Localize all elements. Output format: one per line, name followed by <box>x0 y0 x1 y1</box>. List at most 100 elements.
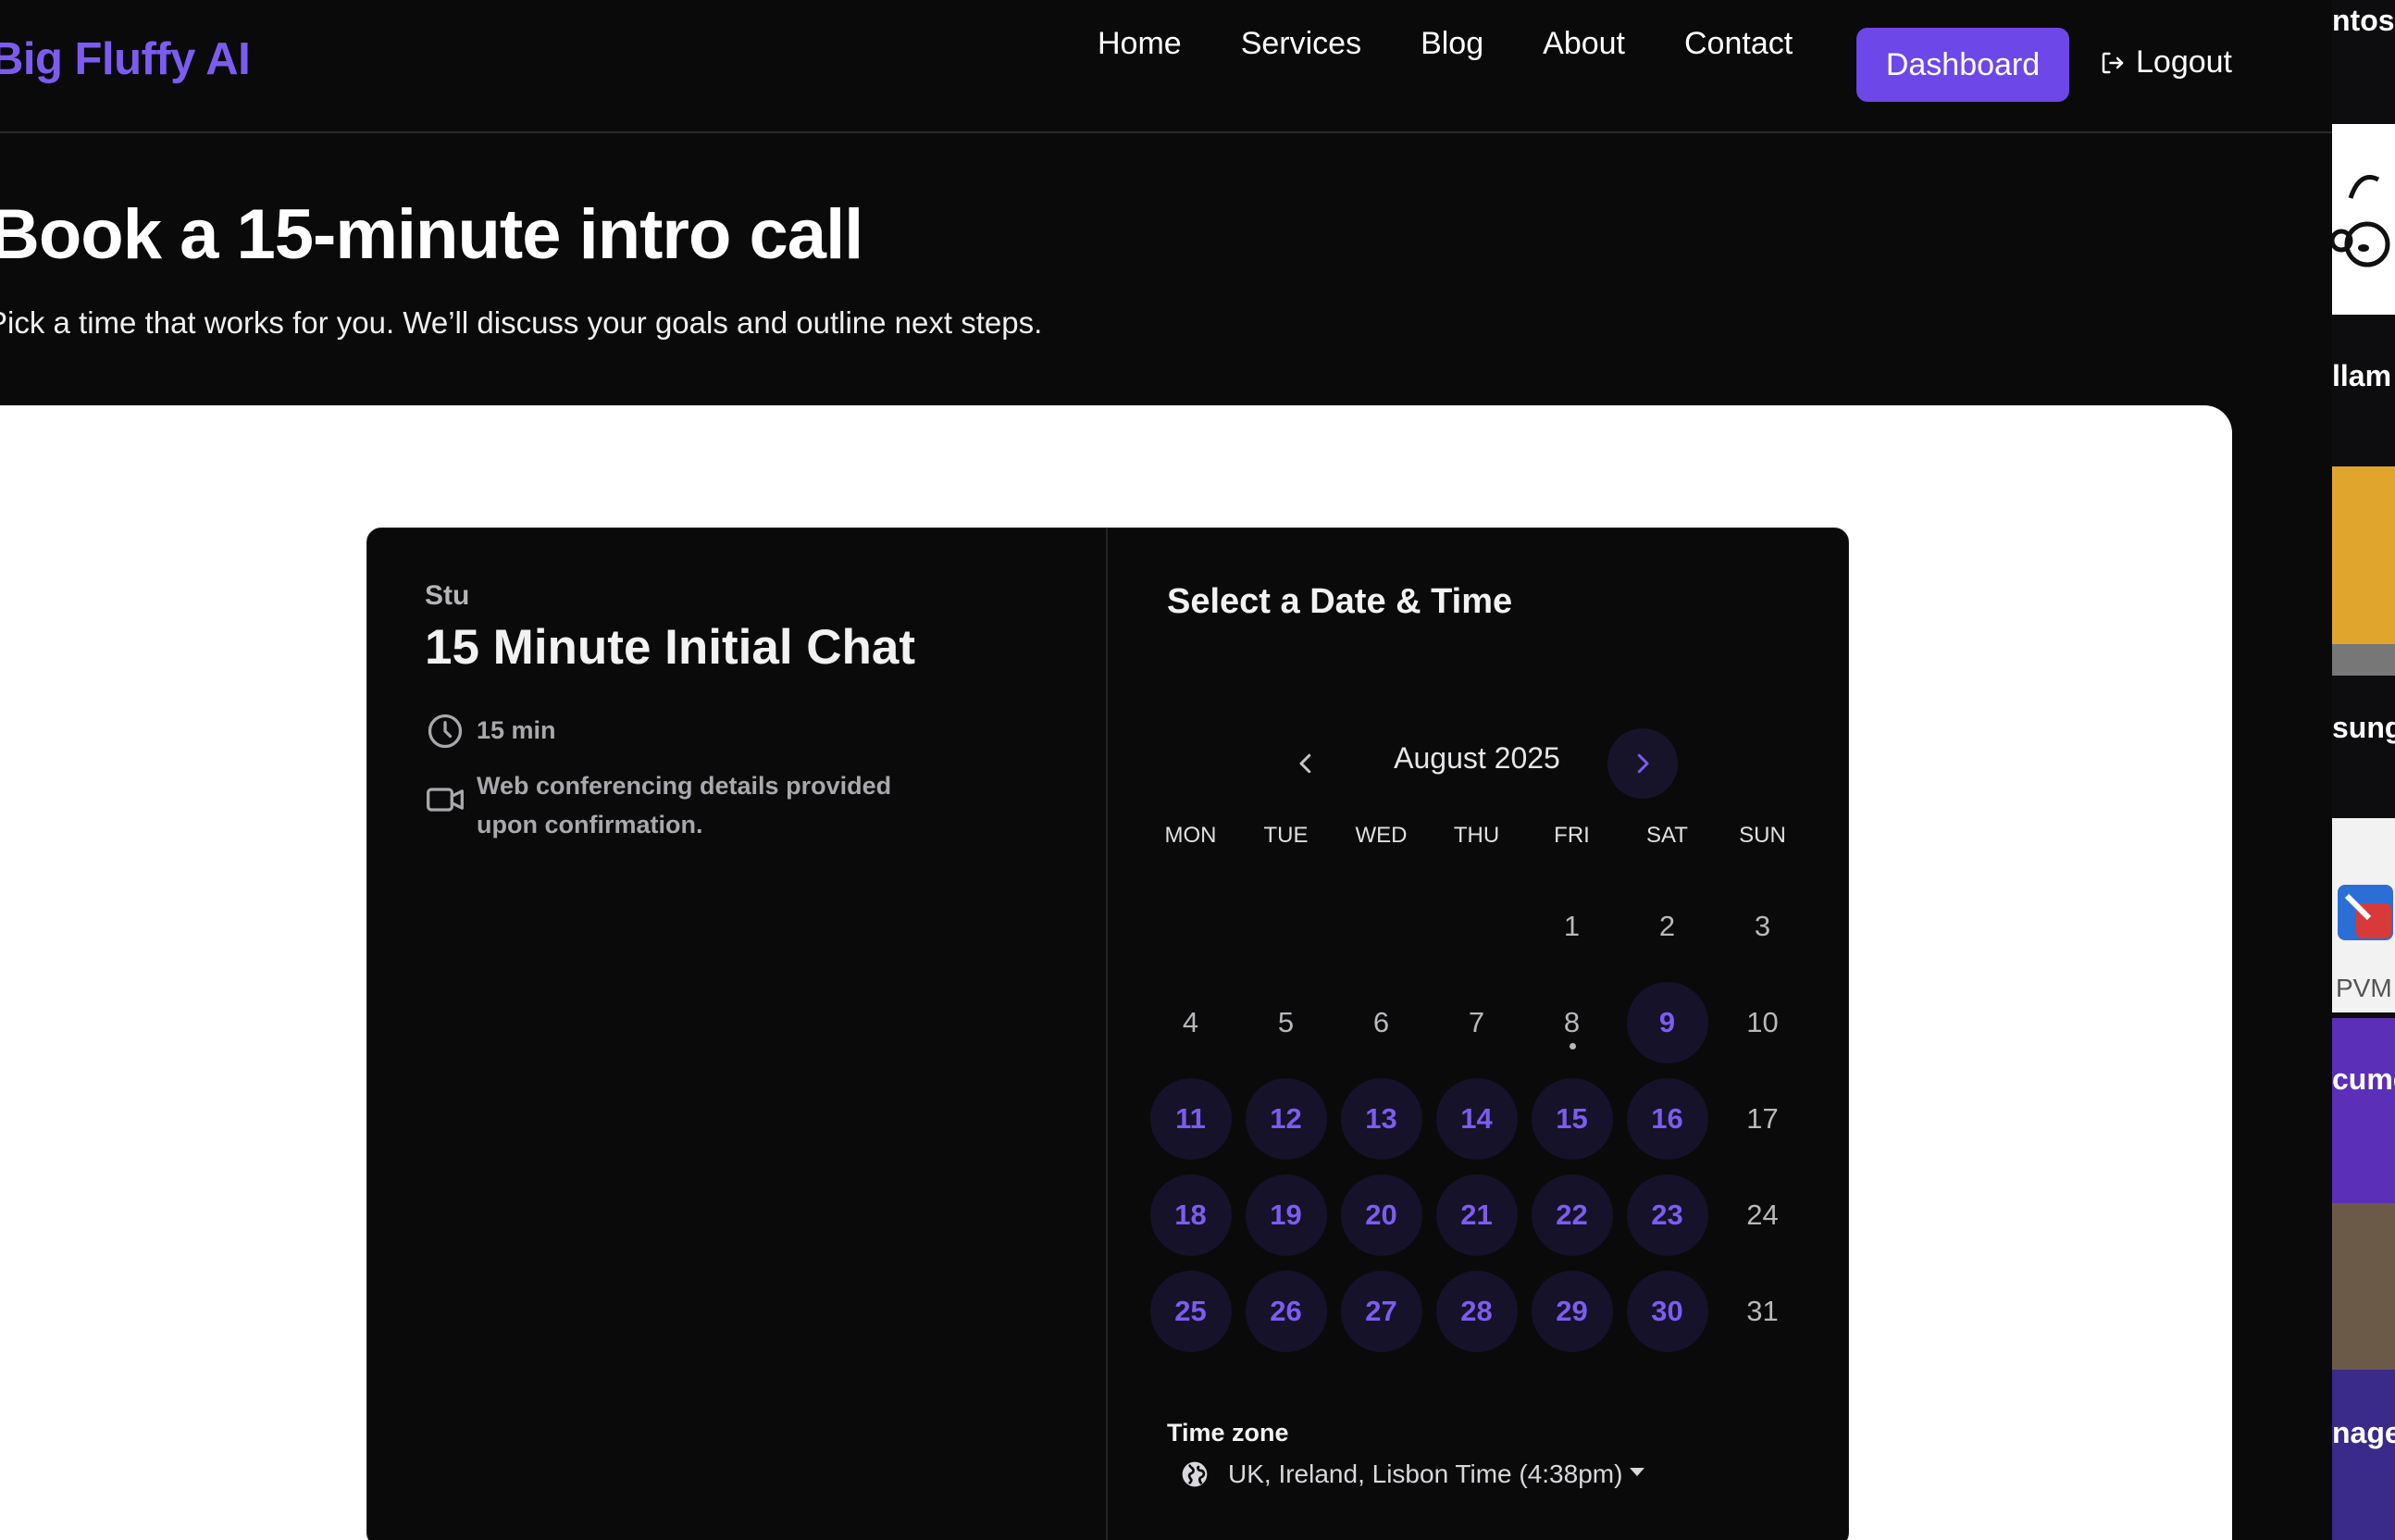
calendar-cell: 19 <box>1238 1167 1334 1263</box>
weekday-label: MON <box>1164 823 1217 848</box>
adjacent-window-strip: ntos llam sung PVM cume nage <box>2332 0 2395 1540</box>
scheduling-widget: Stu 15 Minute Initial Chat 15 min Web co… <box>366 528 1849 1540</box>
calendar-cell: 4 <box>1143 975 1238 1071</box>
nav-services[interactable]: Services <box>1241 26 1361 62</box>
event-details: Stu 15 Minute Initial Chat 15 min Web co… <box>425 580 1073 844</box>
available-day-button[interactable]: 11 <box>1149 1078 1232 1160</box>
logout-button[interactable]: Logout <box>2099 44 2232 81</box>
strip-divider <box>2332 644 2395 676</box>
calendar-cell: 24 <box>1715 1167 1810 1263</box>
available-day-button[interactable]: 30 <box>1626 1271 1708 1352</box>
available-day-button[interactable]: 25 <box>1149 1271 1232 1352</box>
dashboard-button[interactable]: Dashboard <box>1856 28 2069 102</box>
logout-label: Logout <box>2136 44 2232 80</box>
calendar-cell: 25 <box>1143 1263 1238 1360</box>
unavailable-day: 31 <box>1746 1295 1779 1327</box>
unavailable-day: 17 <box>1746 1102 1779 1135</box>
strip-thumbnail[interactable] <box>2332 124 2395 315</box>
month-label: August 2025 <box>1394 741 1560 775</box>
available-day-button[interactable]: 23 <box>1626 1174 1708 1256</box>
location-text: Web conferencing details provided upon c… <box>477 772 892 838</box>
timezone-label: Time zone <box>1167 1419 1289 1447</box>
unavailable-day: 6 <box>1372 1006 1390 1038</box>
strip-text: llam <box>2332 359 2392 392</box>
globe-icon <box>1182 1461 1208 1487</box>
location-row: Web conferencing details provided upon c… <box>425 766 943 844</box>
available-day-button[interactable]: 26 <box>1245 1271 1327 1352</box>
calendar-empty-cell <box>1334 878 1429 975</box>
main-nav: Home Services Blog About Contact <box>1098 26 1793 62</box>
video-camera-icon <box>427 788 464 812</box>
available-day-button[interactable]: 13 <box>1340 1078 1422 1160</box>
calendar-cell: 27 <box>1334 1263 1429 1360</box>
timezone-selector[interactable]: UK, Ireland, Lisbon Time (4:38pm) <box>1180 1459 1645 1489</box>
browser-viewport: Big Fluffy AI Home Services Blog About C… <box>0 0 2332 1540</box>
unavailable-day: 24 <box>1746 1198 1779 1231</box>
next-month-button[interactable] <box>1607 728 1678 799</box>
calendar-cell: 2 <box>1619 878 1715 975</box>
page-subtitle: Pick a time that works for you. We’ll di… <box>0 305 1043 340</box>
available-day-button[interactable]: 27 <box>1340 1271 1422 1352</box>
unavailable-day: 1 <box>1563 910 1581 942</box>
chevron-right-icon <box>1637 753 1649 774</box>
calendar-cell: 13 <box>1334 1071 1429 1167</box>
strip-text: PVM <box>2336 974 2392 1002</box>
available-day-button[interactable]: 28 <box>1435 1271 1518 1352</box>
available-day-button[interactable]: 21 <box>1435 1174 1518 1256</box>
clock-icon <box>428 714 463 749</box>
calendar-cell: 12 <box>1238 1071 1334 1167</box>
available-day-button[interactable]: 14 <box>1435 1078 1518 1160</box>
calendar-cell: 7 <box>1429 975 1524 1071</box>
available-day-button[interactable]: 12 <box>1245 1078 1327 1160</box>
timezone-value: UK, Ireland, Lisbon Time (4:38pm) <box>1228 1459 1623 1488</box>
weekday-header: MON TUE WED THU FRI SAT SUN <box>1143 819 1818 852</box>
calendar-cell: 1 <box>1524 878 1619 975</box>
unavailable-day: 2 <box>1658 910 1676 942</box>
calendar-cell: 16 <box>1619 1071 1715 1167</box>
calendar-empty-cell <box>1238 878 1334 975</box>
calendar-cell: 5 <box>1238 975 1334 1071</box>
calendar-cell: 11 <box>1143 1071 1238 1167</box>
weekday-label: SAT <box>1646 823 1688 848</box>
strip-thumbnail[interactable] <box>2332 1203 2395 1370</box>
strip-text: cume <box>2332 1062 2395 1096</box>
brand-logo[interactable]: Big Fluffy AI <box>0 33 251 85</box>
calendar-cell: 6 <box>1334 975 1429 1071</box>
month-navigation: August 2025 <box>1167 727 1815 801</box>
strip-thumbnail[interactable] <box>2332 1370 2395 1540</box>
select-date-title: Select a Date & Time <box>1167 582 1513 621</box>
calendar-empty-cell <box>1143 878 1238 975</box>
weekday-label: FRI <box>1554 823 1590 848</box>
calendar-empty-cell <box>1429 878 1524 975</box>
available-day-button[interactable]: 22 <box>1531 1174 1613 1256</box>
strip-thumbnail[interactable] <box>2332 1018 2395 1203</box>
calendar-cell: 8 <box>1524 975 1619 1071</box>
calendar-cell: 9 <box>1619 975 1715 1071</box>
event-name: 15 Minute Initial Chat <box>425 620 916 675</box>
strip-text: nage <box>2332 1416 2395 1449</box>
calendar: MON TUE WED THU FRI SAT SUN 1 2 3 4 5 6 7 8 9 10 11 12 13 1… <box>1143 819 1818 1360</box>
llama-logo-icon <box>2332 175 2390 267</box>
nav-home[interactable]: Home <box>1098 26 1182 62</box>
available-day-button[interactable]: 15 <box>1531 1078 1613 1160</box>
calendar-cell: 26 <box>1238 1263 1334 1360</box>
unavailable-day: 4 <box>1182 1006 1199 1038</box>
calendar-cell: 28 <box>1429 1263 1524 1360</box>
calendar-cell: 30 <box>1619 1263 1715 1360</box>
calendar-cell: 3 <box>1715 878 1810 975</box>
nav-blog[interactable]: Blog <box>1421 26 1483 62</box>
duration-text: 15 min <box>477 716 556 744</box>
widget-divider <box>1106 528 1108 1540</box>
available-day-button[interactable]: 18 <box>1149 1174 1232 1256</box>
available-day-button[interactable]: 29 <box>1531 1271 1613 1352</box>
prev-month-button[interactable] <box>1278 736 1334 791</box>
calendar-cell: 10 <box>1715 975 1810 1071</box>
available-day-button[interactable]: 9 <box>1626 982 1708 1063</box>
nav-about[interactable]: About <box>1543 26 1625 62</box>
weekday-label: TUE <box>1263 823 1309 848</box>
available-day-button[interactable]: 20 <box>1340 1174 1422 1256</box>
calendar-cell: 15 <box>1524 1071 1619 1167</box>
nav-contact[interactable]: Contact <box>1684 26 1793 62</box>
available-day-button[interactable]: 19 <box>1245 1174 1327 1256</box>
available-day-button[interactable]: 16 <box>1626 1078 1708 1160</box>
